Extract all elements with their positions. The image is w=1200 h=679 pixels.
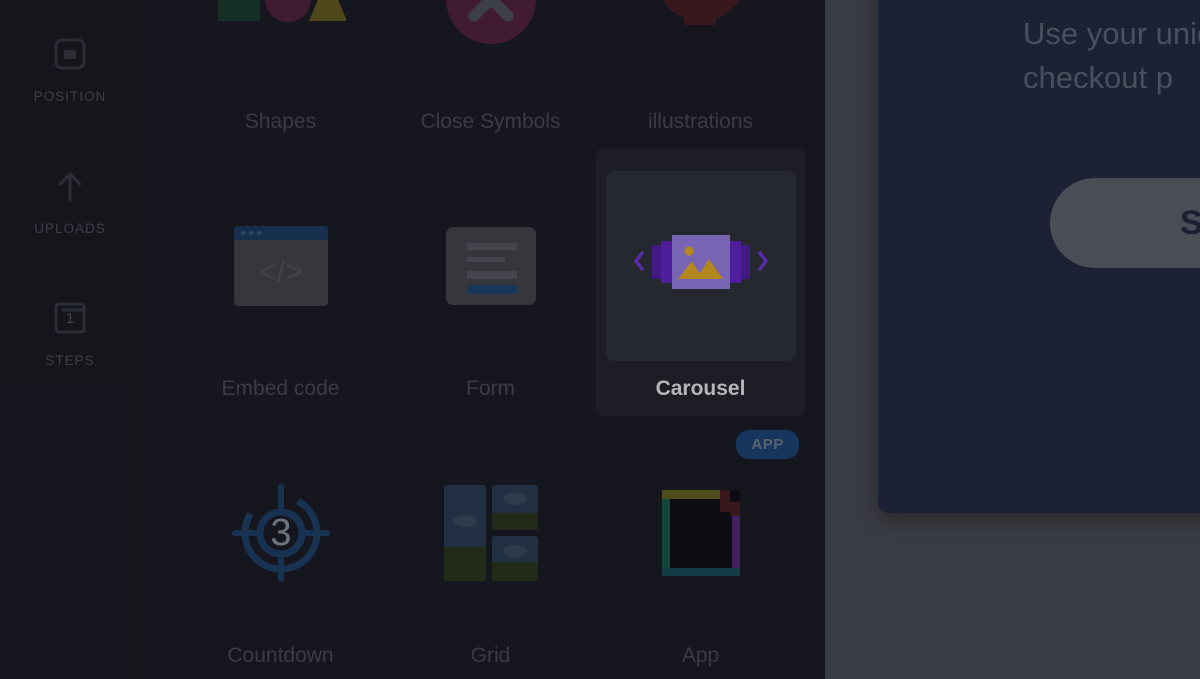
element-card-countdown[interactable]: 3 Countdown <box>176 416 385 679</box>
element-card-label: illustrations <box>647 110 754 133</box>
carousel-icon <box>633 235 768 289</box>
sidebar-item-uploads[interactable]: UPLOADS <box>0 164 140 236</box>
element-card-form[interactable]: Form <box>386 149 595 416</box>
element-card-label: Countdown <box>227 644 334 667</box>
noodle-bowl-icon <box>661 0 740 25</box>
editor-canvas[interactable]: Use your unique checkout p Shop <box>825 0 1200 679</box>
element-card-label: Form <box>466 377 515 400</box>
app-thumbnail <box>606 438 796 628</box>
shop-button[interactable]: Shop <box>1050 178 1200 268</box>
shapes-thumbnail <box>186 0 376 94</box>
app-root: POSITION UPLOADS 1 STEPS Shapes Close Sy… <box>0 0 1200 679</box>
sidebar-item-position-label: POSITION <box>33 89 107 104</box>
element-card-illustrations[interactable]: illustrations <box>596 0 805 149</box>
steps-count: 1 <box>66 310 74 327</box>
svg-text:</>: </> <box>258 254 303 289</box>
shapes-icon <box>217 0 346 22</box>
element-card-grid[interactable]: Grid <box>386 416 595 679</box>
embed-code-icon: </> <box>233 226 328 306</box>
element-card-carousel[interactable]: Carousel <box>596 149 805 416</box>
image-grid-icon <box>443 485 538 581</box>
element-card-label: Shapes <box>244 110 317 133</box>
element-card-shapes[interactable]: Shapes <box>176 0 385 149</box>
element-card-label: Close Symbols <box>420 110 561 133</box>
left-sidebar: POSITION UPLOADS 1 STEPS <box>0 0 140 679</box>
countdown-thumbnail: 3 <box>186 438 376 628</box>
sidebar-item-uploads-label: UPLOADS <box>34 221 106 236</box>
sidebar-item-steps[interactable]: 1 STEPS <box>0 296 140 368</box>
form-icon <box>445 227 536 305</box>
upload-arrow-icon <box>48 164 92 208</box>
countdown-icon: 3 <box>231 484 330 582</box>
promo-text: Use your unique checkout p <box>1023 16 1200 95</box>
elements-panel: Shapes Close Symbols illustrations </> E… <box>140 0 825 679</box>
embed-code-thumbnail: </> <box>186 171 376 361</box>
element-card-label: Carousel <box>655 377 746 400</box>
app-document-icon <box>661 490 740 576</box>
grid-thumbnail <box>396 438 586 628</box>
element-card-embed-code[interactable]: </> Embed code <box>176 149 385 416</box>
countdown-number: 3 <box>270 512 291 554</box>
sidebar-item-steps-label: STEPS <box>45 353 95 368</box>
element-card-app[interactable]: APP App <box>596 416 805 679</box>
promo-card[interactable]: Use your unique checkout p Shop <box>878 0 1200 513</box>
illustrations-thumbnail <box>606 0 796 94</box>
form-thumbnail <box>396 171 586 361</box>
element-card-label: Grid <box>470 644 511 667</box>
element-card-label: App <box>681 644 720 667</box>
position-icon <box>48 32 92 76</box>
elements-grid: Shapes Close Symbols illustrations </> E… <box>176 0 805 679</box>
element-card-close-symbols[interactable]: Close Symbols <box>386 0 595 149</box>
steps-icon: 1 <box>48 296 92 340</box>
close-symbols-thumbnail <box>396 0 586 94</box>
sidebar-item-position[interactable]: POSITION <box>0 32 140 104</box>
close-symbol-icon <box>445 0 536 44</box>
carousel-thumbnail <box>605 171 796 361</box>
element-card-label: Embed code <box>221 377 340 400</box>
